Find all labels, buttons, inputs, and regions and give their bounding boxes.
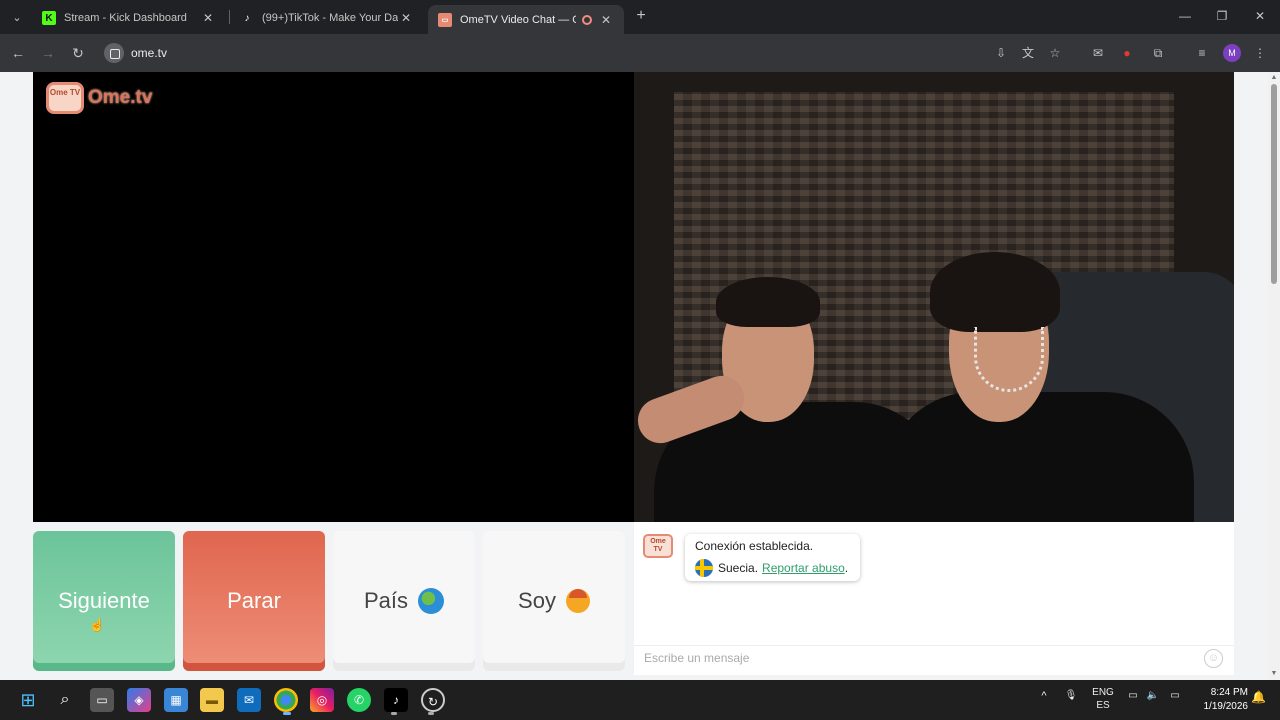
person-left-hair <box>716 277 820 327</box>
system-clock[interactable]: 8:24 PM 1/19/2026 <box>1196 686 1249 714</box>
sweden-flag-icon <box>695 559 713 577</box>
person-face-icon <box>565 589 590 613</box>
extension-icon[interactable]: ✉ <box>1088 43 1108 63</box>
minimize-button[interactable]: — <box>1168 4 1202 28</box>
menu-icon[interactable]: ⋮ <box>1250 43 1270 63</box>
language-top: ENG <box>1092 687 1114 698</box>
country-button[interactable]: País <box>333 531 475 671</box>
back-button[interactable]: ← <box>7 42 29 64</box>
instagram-icon[interactable]: ◎ <box>310 688 334 712</box>
notification-bell-icon[interactable]: 🔔 <box>1251 690 1266 704</box>
report-suffix: . <box>844 561 849 575</box>
address-bar[interactable]: ome.tv <box>102 39 1074 67</box>
translate-icon[interactable]: 文 <box>1018 43 1038 63</box>
ometv-logo[interactable]: Ome TV Ome.tv <box>46 80 152 116</box>
battery-icon[interactable]: ▭ <box>1166 690 1184 701</box>
reload-button[interactable]: ↻ <box>67 42 89 64</box>
network-icon[interactable]: ▭ <box>1126 690 1140 701</box>
hand-cursor-icon: ☝ <box>89 617 106 632</box>
gender-button[interactable]: Soy <box>483 531 625 671</box>
forward-button[interactable]: → <box>37 42 59 64</box>
language-bottom: ES <box>1096 700 1110 711</box>
bookmark-star-icon[interactable]: ☆ <box>1045 43 1065 63</box>
person-right-hair <box>930 252 1060 332</box>
browser-toolbar: ← → ↻ ome.tv ⇩ 文 ☆ ✉ ● ⧉ ≡ ⋮ <box>0 34 1280 72</box>
gender-label: Soy <box>518 588 556 613</box>
volume-icon[interactable]: 🔈 <box>1146 690 1160 701</box>
app-indicator <box>428 712 434 715</box>
stop-label: Parar <box>227 588 281 613</box>
emoji-smile-icon[interactable]: ☺ <box>1204 649 1223 668</box>
close-window-button[interactable]: ✕ <box>1243 4 1277 28</box>
kick-icon: K <box>42 11 56 25</box>
recording-icon <box>582 14 592 25</box>
tab-strip: ⌄ K Stream - Kick Dashboard ✕ ♪ (99+)Tik… <box>0 0 1280 34</box>
globe-icon <box>418 588 445 614</box>
close-icon[interactable]: ✕ <box>200 11 216 25</box>
microphone-icon[interactable]: 🎙 <box>1064 690 1078 701</box>
task-view-icon[interactable]: ▭ <box>90 688 114 712</box>
store-icon[interactable]: ▦ <box>164 688 188 712</box>
install-app-icon[interactable]: ⇩ <box>991 43 1011 63</box>
stop-button[interactable]: Parar <box>183 531 325 671</box>
close-icon[interactable]: ✕ <box>598 13 614 27</box>
active-app-indicator <box>283 712 291 715</box>
copilot-icon[interactable]: ◈ <box>127 688 151 712</box>
ometv-icon: ▭ <box>438 12 452 27</box>
site-info-icon[interactable] <box>104 43 124 63</box>
tab-kick[interactable]: K Stream - Kick Dashboard ✕ <box>32 5 226 31</box>
language-indicator[interactable]: ENG ES <box>1088 686 1118 712</box>
next-button[interactable]: Siguiente <box>33 531 175 671</box>
url-text: ome.tv <box>131 46 168 60</box>
message-input[interactable]: Escribe un mensaje <box>634 645 1234 673</box>
tray-chevron-icon[interactable]: ^ <box>1036 690 1052 702</box>
clock-date: 1/19/2026 <box>1203 701 1249 712</box>
close-icon[interactable]: ✕ <box>398 11 414 25</box>
tiktok-icon: ♪ <box>244 12 250 24</box>
chrome-icon[interactable] <box>274 688 298 712</box>
country-name: Suecia. <box>718 561 759 575</box>
app-indicator <box>391 712 397 715</box>
stranger-video <box>33 72 634 522</box>
tab-title: (99+)TikTok - Make Your Day <box>262 12 398 24</box>
page-scrollbar[interactable]: ▲ ▼ <box>1268 72 1280 680</box>
outlook-icon[interactable]: ✉ <box>237 688 261 712</box>
maximize-button[interactable]: ❐ <box>1205 4 1239 28</box>
file-explorer-icon[interactable]: ▬ <box>200 688 224 712</box>
connection-status: Conexión establecida. <box>695 539 814 553</box>
system-message-bubble: Conexión establecida. Suecia. Reportar a… <box>685 534 860 581</box>
report-abuse-link[interactable]: Reportar abuso <box>762 561 845 575</box>
tab-title: OmeTV Video Chat — Ome <box>460 13 576 26</box>
clock-time: 8:24 PM <box>1210 687 1248 698</box>
tab-search-button[interactable]: ⌄ <box>6 6 28 28</box>
search-icon[interactable]: ⌕ <box>53 688 77 712</box>
scroll-thumb[interactable] <box>1271 84 1277 284</box>
extensions-puzzle-icon[interactable]: ⧉ <box>1148 43 1168 63</box>
whatsapp-icon[interactable]: ✆ <box>347 688 371 712</box>
logo-text: Ome.tv <box>88 87 153 108</box>
logo-tv-icon: Ome TV <box>46 82 84 114</box>
self-video <box>634 72 1234 522</box>
next-label: Siguiente <box>58 588 150 613</box>
scroll-up-icon[interactable]: ▲ <box>1270 74 1278 82</box>
tab-title: Stream - Kick Dashboard <box>64 12 187 24</box>
record-extension-icon[interactable]: ● <box>1117 43 1137 63</box>
app-update-icon[interactable]: ↻ <box>421 688 445 712</box>
person-right-body <box>884 392 1194 522</box>
country-label: País <box>363 588 409 613</box>
tiktok-taskbar-icon[interactable]: ♪ <box>384 688 408 712</box>
tab-tiktok[interactable]: ♪ (99+)TikTok - Make Your Day ✕ <box>230 5 424 31</box>
tab-ometv[interactable]: ▭ OmeTV Video Chat — Ome ✕ <box>428 5 624 34</box>
scroll-down-icon[interactable]: ▼ <box>1270 670 1278 678</box>
windows-start-icon[interactable]: ⊞ <box>16 688 40 712</box>
new-tab-button[interactable]: + <box>632 7 650 25</box>
profile-avatar[interactable]: M <box>1223 44 1241 62</box>
media-control-icon[interactable]: ≡ <box>1192 43 1212 63</box>
ometv-avatar-icon: Ome TV <box>643 534 673 558</box>
